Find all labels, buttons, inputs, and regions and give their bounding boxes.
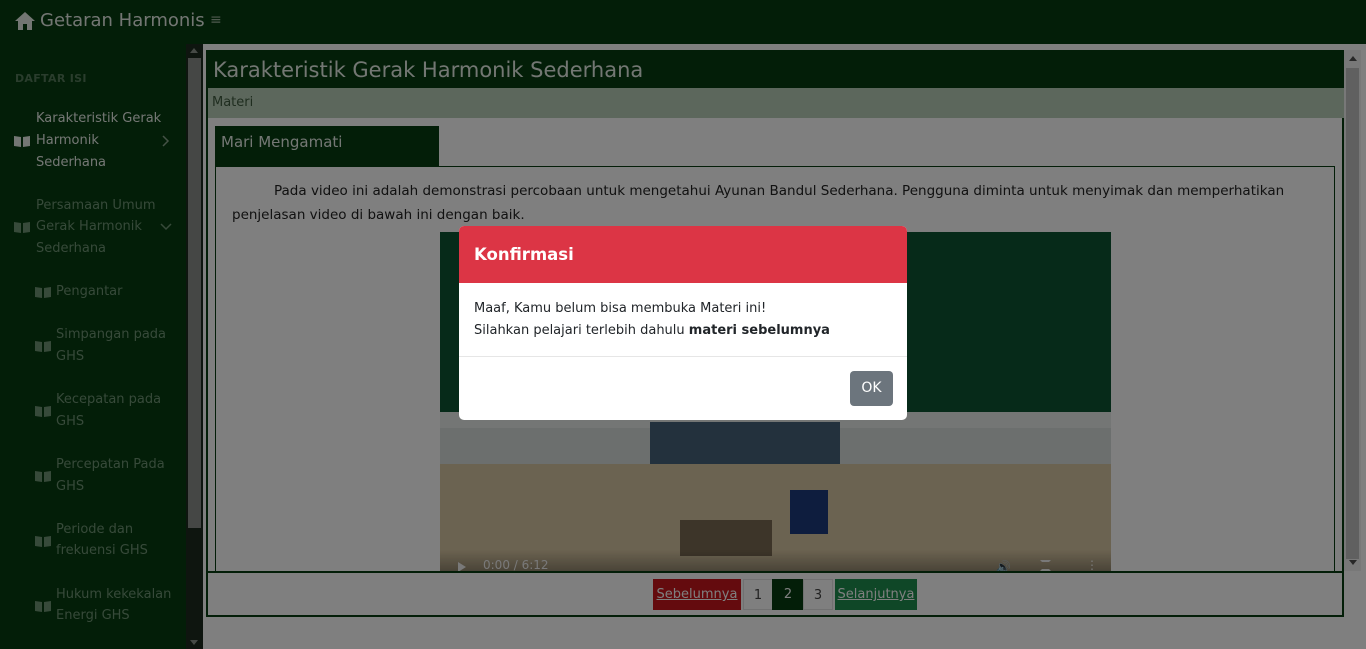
modal-divider <box>459 356 907 357</box>
confirmation-modal: Konfirmasi Maaf, Kamu belum bisa membuka… <box>459 226 907 420</box>
ok-button[interactable]: OK <box>850 371 893 406</box>
modal-body: Maaf, Kamu belum bisa membuka Materi ini… <box>474 298 894 342</box>
modal-message-prefix: Silahkan pelajari terlebih dahulu <box>474 323 689 338</box>
modal-title: Konfirmasi <box>459 226 907 283</box>
modal-message-bold: materi sebelumnya <box>688 323 830 338</box>
modal-message-line1: Maaf, Kamu belum bisa membuka Materi ini… <box>474 301 767 316</box>
modal-message-line2: Silahkan pelajari terlebih dahulu materi… <box>474 320 894 342</box>
